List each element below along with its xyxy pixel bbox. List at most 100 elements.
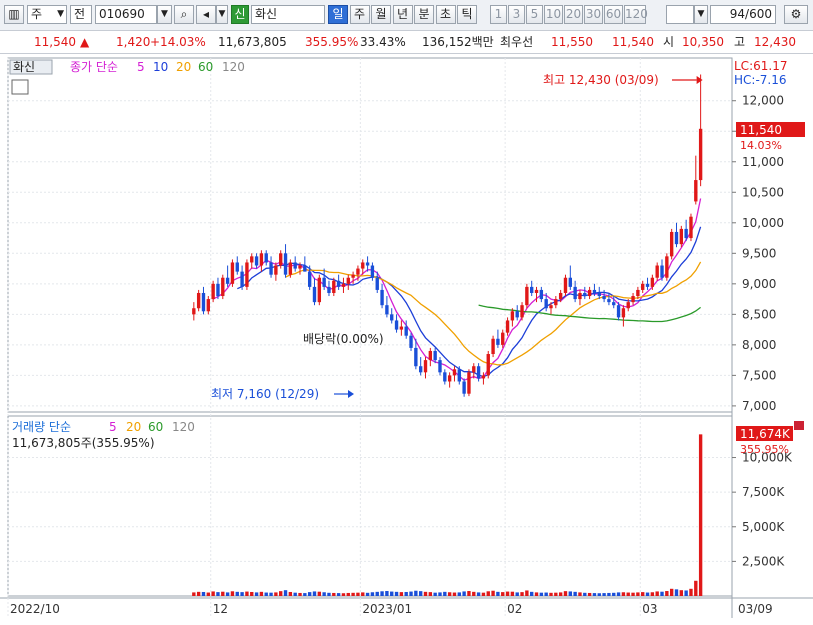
volume-bar [612,592,616,596]
price-tick-label: 8,500 [742,307,776,321]
settings-icon[interactable]: ⚙ [784,5,808,24]
market-select[interactable]: 주 ▼ [27,5,67,24]
volume-ma-20-label: 20 [126,420,141,434]
volume-bar [544,592,548,596]
candle-body [230,262,235,284]
volume-bar [418,591,423,596]
volume-bar [423,591,428,596]
period-button-5[interactable]: 초 [435,5,456,24]
volume-bar [409,591,413,596]
candle-body [578,292,582,300]
lc-value: LC:61.17 [734,59,787,73]
volume-bar [447,592,452,596]
interval-button-2[interactable]: 5 [526,5,543,24]
candle-body [674,231,679,245]
price-tick-label: 12,000 [742,94,784,108]
candle-body [626,302,630,309]
stock-chart[interactable]: 7,000 7,500 8,000 8,500 9,000 9,500 10,000 10,5… [0,54,813,622]
candle-body [293,262,297,269]
volume-bar [501,592,505,596]
volume-bar [645,592,650,596]
volume-bar [698,434,703,596]
volume-bar [520,592,524,596]
interval-button-7[interactable]: 120 [624,5,648,24]
period-button-1[interactable]: 주 [349,5,370,24]
volume-bar [317,591,322,596]
speaker-icon[interactable]: ◂ [196,5,216,24]
stock-tag: 화신 [13,60,35,74]
up-arrow-icon: ▲ [80,35,90,49]
ma-5-label: 5 [137,60,145,74]
close-icon[interactable] [794,421,804,430]
volume-bar [211,591,215,596]
candle-body [447,375,452,382]
date-label: 03/09 [738,602,773,616]
candle-body [192,308,196,315]
stock-name-field[interactable]: 화신 [251,5,325,24]
code-input[interactable]: 010690 [95,5,157,24]
volume-bar [616,592,621,596]
period-button-0[interactable]: 일 [328,5,348,24]
volume-bar [240,592,244,596]
interval-button-5[interactable]: 30 [584,5,603,24]
current-volume-tag-value: 11,674K [740,427,791,441]
candle-body [269,262,273,275]
page-count-field[interactable]: 94/600 [710,5,776,24]
interval-button-1[interactable]: 3 [508,5,525,24]
code-dropdown-button[interactable]: ▼ [157,5,172,24]
type-label[interactable]: 전 [70,5,92,24]
candle-body [418,366,423,373]
hc-value: HC:-7.16 [734,73,787,87]
volume-bar [399,592,404,596]
period-button-2[interactable]: 월 [371,5,391,24]
period-button-4[interactable]: 분 [414,5,434,24]
candle-body [587,289,592,297]
volume-bar [269,592,273,596]
candle-body [317,277,322,303]
volume-bar [312,591,317,596]
volume-bar [196,591,201,596]
volume-bar [510,591,515,596]
period-button-6[interactable]: 틱 [457,5,477,24]
candle-body [486,354,490,376]
interval-button-0[interactable]: 1 [490,5,507,24]
speaker-dropdown-button[interactable]: ▼ [216,5,228,24]
volume-bar [669,588,674,596]
candle-body [472,366,476,373]
volume-bar [414,590,418,596]
volume-bar [361,592,365,596]
candle-body [288,262,293,275]
candle-body [607,299,611,303]
interval-button-6[interactable]: 60 [604,5,623,24]
volume-bar [655,591,659,596]
interval-button-3[interactable]: 10 [544,5,563,24]
volume-bar [496,591,500,596]
chart-area[interactable]: 7,000 7,500 8,000 8,500 9,000 9,500 10,000 10,5… [0,54,813,622]
candle-body [544,299,548,309]
candle-body [438,360,442,373]
volume-bar [665,591,669,596]
grid-icon[interactable] [11,79,29,95]
candle-body [621,308,626,318]
page-dropdown-button[interactable]: ▼ [694,5,708,24]
volume-bar [650,592,655,596]
volume-bar [491,590,495,596]
volume-bar [554,592,558,596]
volume-bar [293,592,297,596]
chart-menu-icon[interactable]: ▥ [4,5,24,24]
candle-body [476,366,481,379]
date-label: 2023/01 [362,602,412,616]
candle-body [539,289,544,300]
empty-field[interactable] [666,5,694,24]
interval-button-4[interactable]: 20 [564,5,583,24]
search-icon[interactable]: ⌕ [174,5,194,24]
candle-body [505,320,510,333]
volume-bar [336,593,341,596]
period-button-3[interactable]: 년 [392,5,413,24]
ex-dividend-annotation: 배당락(0.00%) [303,332,384,346]
volume-bar [307,592,312,596]
candle-body [279,253,283,266]
volume-ma-label: 거래량 단순 [12,420,71,434]
best-bid-1: 11,550 [551,35,593,49]
volume-bar [385,591,389,596]
